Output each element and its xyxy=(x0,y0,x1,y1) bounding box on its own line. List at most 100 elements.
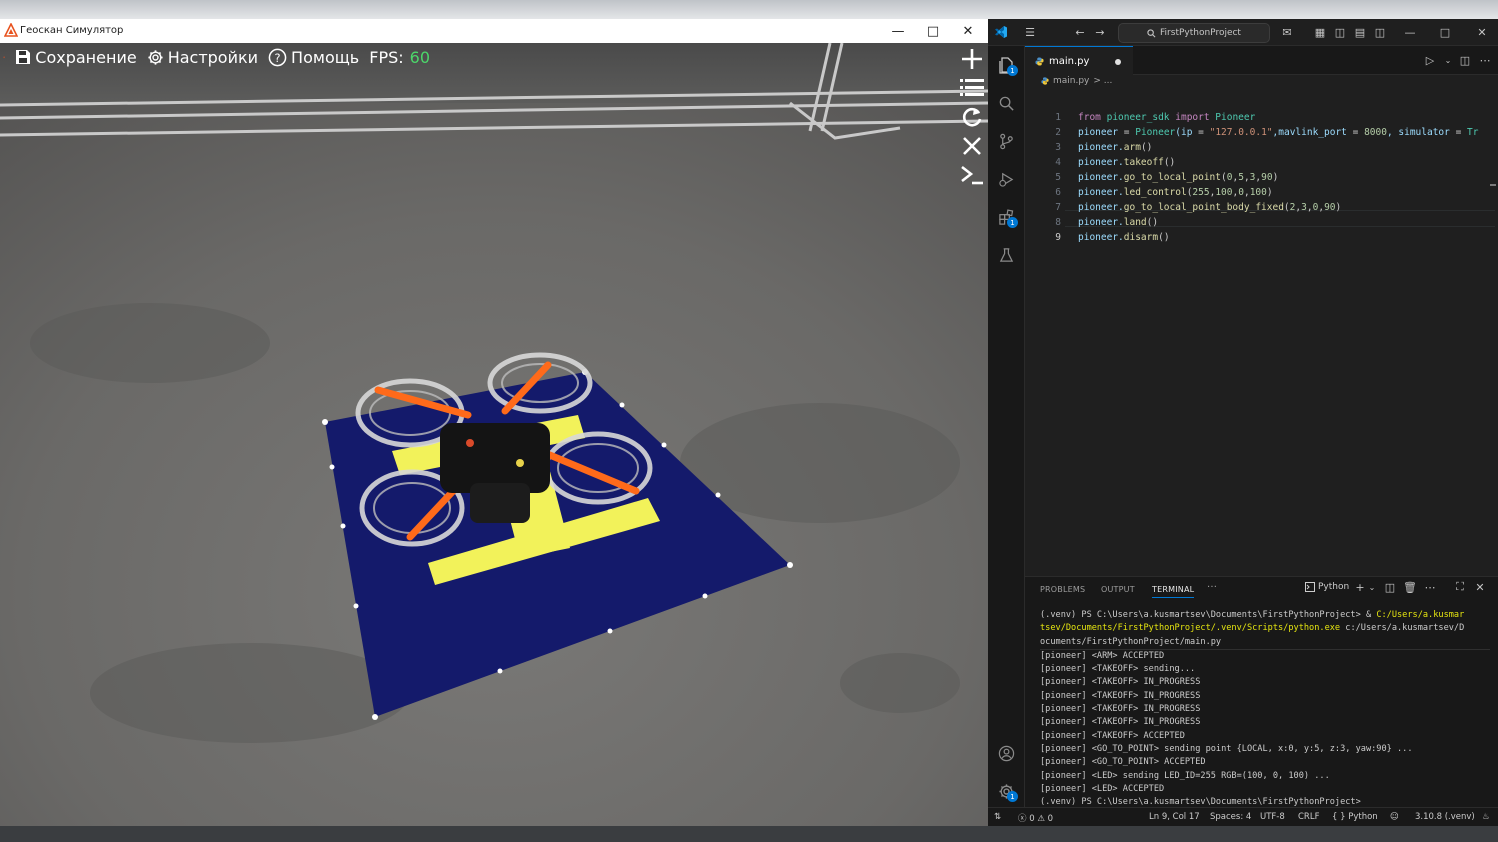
terminal-line: [pioneer] <GO_TO_POINT> sending point {L… xyxy=(1040,743,1490,756)
close-icon[interactable]: ✕ xyxy=(1474,24,1490,40)
vscode-window: ☰ ← → FirstPythonProject ✉ ▦ ◫ ▤ ◫ — □ ✕… xyxy=(988,19,1498,826)
minimize-button[interactable]: — xyxy=(880,19,916,43)
close-window-button[interactable]: ✕ xyxy=(950,19,986,43)
maximize-button[interactable]: □ xyxy=(915,19,951,43)
settings-label: Настройки xyxy=(167,47,259,67)
code-token: () xyxy=(1146,217,1159,228)
code-token: 255 xyxy=(1192,187,1210,198)
settings-button[interactable]: Настройки xyxy=(147,48,258,67)
testing-button[interactable] xyxy=(993,242,1019,268)
back-arrow-icon[interactable]: ← xyxy=(1072,24,1088,40)
tab-output[interactable]: OUTPUT xyxy=(1101,585,1135,594)
code-token: takeoff xyxy=(1123,157,1164,168)
maximize-icon[interactable]: □ xyxy=(1437,24,1453,40)
toggle-panel-icon[interactable]: ▤ xyxy=(1352,24,1368,40)
explorer-button[interactable]: 1 xyxy=(993,52,1019,78)
code-line[interactable]: 3 pioneer.arm() xyxy=(1025,140,1498,155)
code-text: pioneer.disarm() xyxy=(1078,230,1170,245)
code-token: ,mavlink_port xyxy=(1272,127,1353,138)
run-debug-button[interactable] xyxy=(993,166,1019,192)
code-text: pioneer.led_control(255,100,0,100) xyxy=(1078,185,1273,200)
line-number: 3 xyxy=(1055,142,1061,153)
accounts-button[interactable] xyxy=(993,740,1019,766)
terminal-text: (.venv) PS C:\Users\a.kusmartsev\Documen… xyxy=(1040,610,1377,620)
toggle-secondary-sidebar-icon[interactable]: ◫ xyxy=(1372,24,1388,40)
code-token: () xyxy=(1163,157,1176,168)
language-mode[interactable]: { } Python xyxy=(1332,812,1378,822)
search-view-button[interactable] xyxy=(993,90,1019,116)
customize-layout-icon[interactable]: ▦ xyxy=(1312,24,1328,40)
save-button[interactable]: Сохранение xyxy=(15,48,137,67)
code-line[interactable]: 6 pioneer.led_control(255,100,0,100) xyxy=(1025,185,1498,200)
code-token: led_control xyxy=(1123,187,1187,198)
python-file-icon xyxy=(1035,56,1044,66)
line-ending[interactable]: CRLF xyxy=(1298,812,1319,822)
close-panel-icon[interactable]: ✕ xyxy=(1473,580,1487,594)
activity-bar: 1 1 1 xyxy=(988,46,1025,816)
code-line[interactable]: 1 from pioneer_sdk import Pioneer xyxy=(1025,110,1498,125)
terminal-line: [pioneer] <LED> sending LED_ID=255 RGB=(… xyxy=(1040,770,1490,783)
remove-object-button[interactable] xyxy=(958,132,986,160)
code-line[interactable]: 8 pioneer.land() xyxy=(1025,215,1498,230)
maximize-panel-icon[interactable]: ⛶ xyxy=(1453,580,1467,594)
line-number: 6 xyxy=(1055,187,1061,198)
run-python-file-icon[interactable]: ▷ xyxy=(1422,52,1438,68)
code-line[interactable]: 7 pioneer.go_to_local_point_body_fixed(2,… xyxy=(1025,200,1498,215)
tab-main-py[interactable]: main.py xyxy=(1025,46,1133,75)
help-button[interactable]: ? Помощь xyxy=(268,48,359,67)
search-text: FirstPythonProject xyxy=(1160,28,1241,38)
code-line[interactable]: 9 pioneer.disarm() xyxy=(1025,230,1498,245)
source-control-button[interactable] xyxy=(993,128,1019,154)
encoding[interactable]: UTF-8 xyxy=(1260,812,1285,822)
copilot-chat-icon[interactable]: ✉ xyxy=(1276,24,1298,40)
copilot-icon[interactable]: ☺ xyxy=(1390,812,1399,822)
tab-terminal[interactable]: TERMINAL xyxy=(1152,585,1195,598)
breadcrumb[interactable]: main.py > ... xyxy=(1041,76,1112,86)
split-editor-icon[interactable]: ◫ xyxy=(1457,52,1473,68)
minimize-icon[interactable]: — xyxy=(1402,24,1418,40)
panel-more-icon[interactable]: ··· xyxy=(1207,582,1217,593)
terminal-text: [pioneer] <GO_TO_POINT> sending point {L… xyxy=(1040,743,1413,754)
run-debug-icon xyxy=(998,172,1013,187)
toggle-sidebar-icon[interactable]: ◫ xyxy=(1332,24,1348,40)
split-terminal-icon[interactable]: ◫ xyxy=(1383,580,1397,594)
run-options-chevron-icon[interactable]: ⌄ xyxy=(1443,52,1453,68)
trash-icon[interactable]: 🗑 xyxy=(1403,580,1417,594)
problems-status[interactable]: ⓧ 0 ⚠ 0 xyxy=(1018,812,1053,824)
console-button[interactable] xyxy=(958,161,986,189)
more-actions-icon[interactable]: ⋯ xyxy=(1477,52,1493,68)
line-number: 4 xyxy=(1055,157,1061,168)
terminal-more-icon[interactable]: ⋯ xyxy=(1423,580,1437,594)
manage-settings-button[interactable]: 1 xyxy=(993,778,1019,804)
code-editor[interactable]: 1 from pioneer_sdk import Pioneer 2 pioneer… xyxy=(1025,90,1498,575)
code-text: pioneer = Pioneer(ip = "127.0.0.1",mavli… xyxy=(1078,125,1479,140)
remote-icon[interactable]: ⇅ xyxy=(994,812,1001,822)
terminal-profile[interactable]: Python xyxy=(1305,582,1349,592)
code-token: go_to_local_point xyxy=(1123,172,1221,183)
cursor-position[interactable]: Ln 9, Col 17 xyxy=(1149,812,1200,822)
simulation-viewport[interactable] xyxy=(0,43,988,826)
reset-scene-button[interactable] xyxy=(958,103,986,131)
code-line[interactable]: 4 pioneer.takeoff() xyxy=(1025,155,1498,170)
extensions-button[interactable]: 1 xyxy=(993,204,1019,230)
terminal-dropdown-chevron-icon[interactable]: ⌄ xyxy=(1367,580,1377,594)
code-line[interactable]: 2 pioneer = Pioneer(ip = "127.0.0.1",mavl… xyxy=(1025,125,1498,140)
forward-arrow-icon[interactable]: → xyxy=(1092,24,1108,40)
hamburger-menu-icon[interactable]: ☰ xyxy=(1022,24,1038,40)
python-interpreter[interactable]: 3.10.8 (.venv) xyxy=(1415,812,1475,822)
command-center-search[interactable]: FirstPythonProject xyxy=(1118,23,1270,43)
terminal-output[interactable]: (.venv) PS C:\Users\a.kusmartsev\Documen… xyxy=(1040,609,1490,809)
taskbar-edge xyxy=(0,826,1498,842)
geoscan-menu-icon[interactable] xyxy=(3,47,6,67)
tab-problems[interactable]: PROBLEMS xyxy=(1040,585,1085,594)
unsaved-dot-icon[interactable] xyxy=(1115,59,1121,65)
object-list-button[interactable] xyxy=(958,74,986,102)
indentation[interactable]: Spaces: 4 xyxy=(1210,812,1251,822)
extensions-badge: 1 xyxy=(1007,217,1018,228)
add-object-button[interactable] xyxy=(958,45,986,73)
notifications-bell-icon[interactable]: ♨ xyxy=(1482,812,1490,822)
code-line[interactable]: 5 pioneer.go_to_local_point(0,5,3,90) xyxy=(1025,170,1498,185)
new-terminal-plus-icon[interactable]: + xyxy=(1353,580,1367,594)
terminal-text: [pioneer] <TAKEOFF> ACCEPTED xyxy=(1040,730,1185,741)
terminal-line: [pioneer] <TAKEOFF> ACCEPTED xyxy=(1040,730,1490,743)
